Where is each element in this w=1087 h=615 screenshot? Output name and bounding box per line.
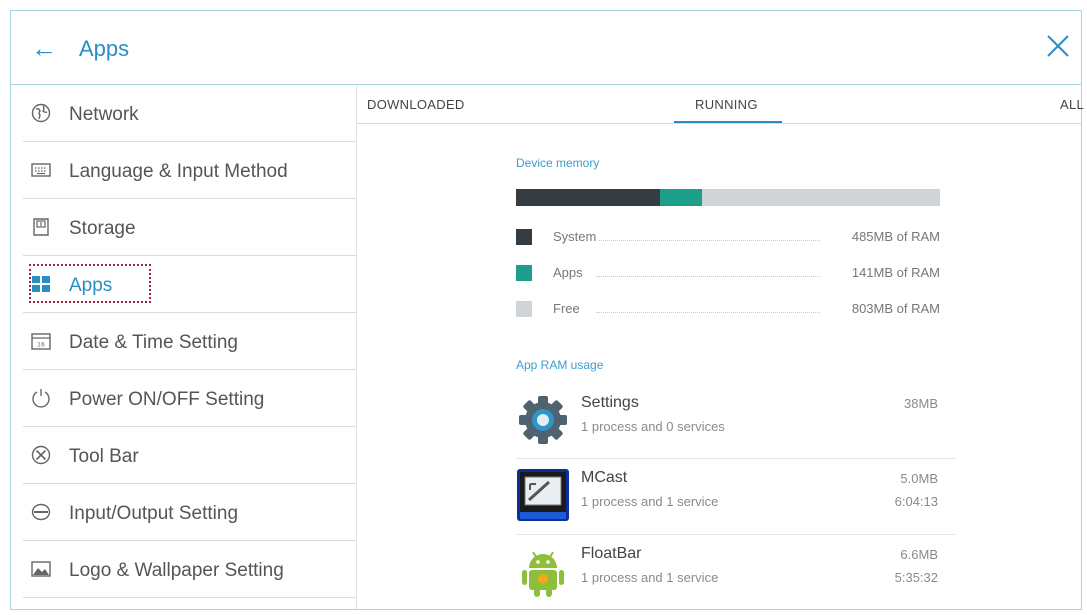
memory-legend-apps: Apps 141MB of RAM [516, 263, 940, 283]
tools-icon [31, 445, 51, 465]
legend-value: 485MB of RAM [848, 229, 940, 244]
memory-usage-bar [516, 189, 940, 206]
android-icon [522, 551, 564, 597]
title-bar: ← Apps [11, 11, 1081, 85]
sidebar-item-network[interactable]: Network [23, 85, 356, 142]
image-icon [31, 561, 51, 577]
tab-selected-indicator [674, 121, 782, 123]
sidebar-item-label: Logo & Wallpaper Setting [69, 560, 284, 581]
memory-bar-apps [659, 189, 702, 206]
app-process-info: 1 process and 1 service [581, 494, 719, 509]
list-item-settings[interactable]: Settings 1 process and 0 services 38MB [516, 386, 956, 458]
sidebar-item-tool-bar[interactable]: Tool Bar [23, 427, 356, 484]
app-process-info: 1 process and 0 services [581, 419, 725, 434]
close-icon[interactable] [1043, 31, 1073, 61]
legend-swatch [516, 229, 532, 245]
leader-dots [596, 240, 820, 241]
sidebar-item-apps[interactable]: Apps [23, 256, 356, 313]
list-item-mcast[interactable]: MCast 1 process and 1 service 5.0MB 6:04… [516, 461, 956, 533]
memory-bar-free [701, 189, 940, 206]
list-item-floatbar[interactable]: FloatBar 1 process and 1 service 6.6MB 5… [516, 537, 956, 609]
app-ram-usage-heading: App RAM usage [516, 358, 604, 372]
sidebar-item-label: Apps [69, 275, 113, 296]
sidebar-item-label: Network [69, 104, 139, 125]
sidebar-item-input-output[interactable]: Input/Output Setting [23, 484, 356, 541]
legend-value: 803MB of RAM [848, 301, 940, 316]
app-ram-size: 38MB [904, 396, 938, 411]
sidebar-item-power[interactable]: Power ON/OFF Setting [23, 370, 356, 427]
storage-icon [33, 218, 49, 236]
apps-tab-bar: DOWNLOADED RUNNING ALL [357, 85, 1084, 124]
device-memory-heading: Device memory [516, 156, 600, 170]
sidebar-item-label: Input/Output Setting [69, 503, 239, 524]
settings-sidebar: Network Language & Input Method Storage [11, 85, 357, 609]
calendar-icon: 16 [31, 333, 51, 350]
legend-label: System [553, 229, 600, 244]
tab-downloaded[interactable]: DOWNLOADED [367, 97, 465, 112]
list-divider [516, 458, 956, 459]
power-icon [32, 389, 50, 408]
memory-legend-system: System 485MB of RAM [516, 227, 940, 247]
app-name: FloatBar [581, 545, 642, 562]
globe-icon [31, 103, 51, 123]
settings-gear-icon [519, 396, 567, 444]
apps-grid-icon [32, 276, 50, 292]
apps-content: DOWNLOADED RUNNING ALL Device memory Sys… [357, 85, 1084, 609]
sidebar-item-label: Date & Time Setting [69, 332, 238, 353]
sidebar-item-label: Power ON/OFF Setting [69, 389, 265, 410]
sidebar-item-date-time[interactable]: 16 Date & Time Setting [23, 313, 356, 370]
tab-all[interactable]: ALL [1060, 97, 1084, 112]
keyboard-icon [31, 163, 51, 177]
settings-window: ← Apps Network Language & Input Method S… [10, 10, 1084, 610]
memory-bar-system [516, 189, 660, 206]
sidebar-item-label: Tool Bar [69, 446, 139, 467]
app-ram-size: 5.0MB [900, 471, 938, 486]
app-run-time: 6:04:13 [894, 494, 938, 509]
memory-legend-free: Free 803MB of RAM [516, 299, 940, 319]
arrow-left-icon[interactable]: ← [31, 33, 57, 63]
sidebar-item-label: Storage [69, 218, 136, 239]
app-name: Settings [581, 394, 639, 411]
sidebar-item-storage[interactable]: Storage [23, 199, 356, 256]
leader-dots [596, 276, 820, 277]
sidebar-item-logo-wallpaper[interactable]: Logo & Wallpaper Setting [23, 541, 356, 598]
app-process-info: 1 process and 1 service [581, 570, 719, 585]
sidebar-item-language[interactable]: Language & Input Method [23, 142, 356, 199]
tab-running[interactable]: RUNNING [695, 97, 758, 112]
app-ram-size: 6.6MB [900, 547, 938, 562]
app-run-time: 5:35:32 [894, 570, 938, 585]
sidebar-item-label: Language & Input Method [69, 161, 288, 182]
legend-label: Free [553, 301, 583, 316]
svg-text:16: 16 [37, 342, 45, 349]
list-divider [516, 534, 956, 535]
leader-dots [596, 312, 820, 313]
app-name: MCast [581, 469, 628, 486]
input-output-icon [31, 503, 51, 521]
legend-swatch [516, 265, 532, 281]
page-title: Apps [79, 36, 130, 61]
mcast-icon [517, 469, 569, 521]
legend-value: 141MB of RAM [848, 265, 940, 280]
legend-label: Apps [553, 265, 586, 280]
legend-swatch [516, 301, 532, 317]
